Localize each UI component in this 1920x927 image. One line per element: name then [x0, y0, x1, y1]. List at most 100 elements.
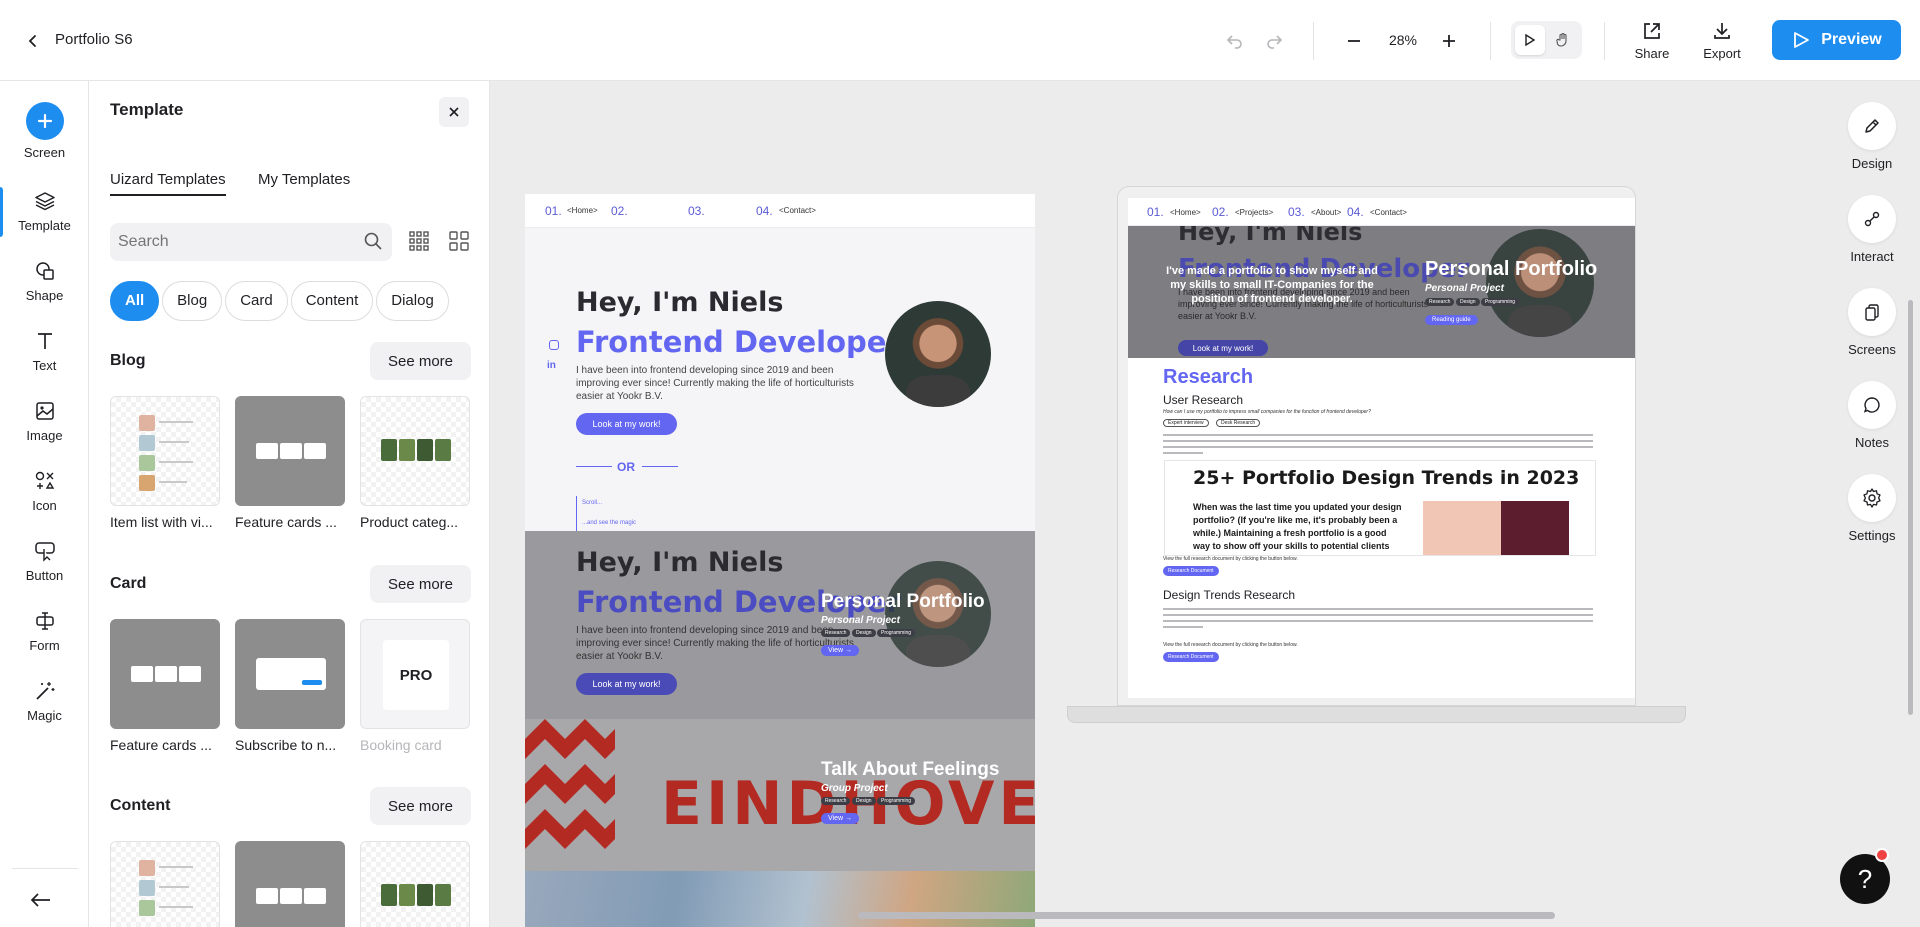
screen-frame[interactable]: 01. <Home> 02. 03. 04. <Contact> Hey, I'… — [525, 194, 1035, 927]
divider — [1490, 22, 1491, 60]
layers-icon — [31, 187, 59, 215]
cta-button[interactable]: Look at my work! — [576, 673, 677, 695]
article-image — [1501, 501, 1569, 555]
thumb-line — [159, 906, 193, 908]
interact-button[interactable]: Interact — [1832, 195, 1912, 264]
chip-card[interactable]: Card — [225, 281, 288, 321]
chip-all[interactable]: All — [110, 281, 160, 321]
zoom-out-icon[interactable] — [1341, 28, 1367, 54]
screens-icon — [1848, 288, 1896, 336]
back-icon[interactable] — [20, 28, 46, 54]
article-image — [1423, 501, 1501, 555]
export-label: Export — [1703, 46, 1741, 61]
settings-button[interactable]: Settings — [1832, 474, 1912, 543]
view-doc-text: View the full research document by click… — [1163, 556, 1298, 562]
nav-link: <Projects> — [1235, 208, 1274, 217]
select-mode-button[interactable] — [1515, 25, 1545, 55]
section-title-card: Card — [110, 575, 147, 592]
section-title-blog: Blog — [110, 352, 146, 369]
zoom-level[interactable]: 28% — [1385, 32, 1421, 48]
grid-large-icon[interactable] — [449, 231, 469, 251]
template-tile[interactable] — [110, 396, 220, 506]
nav-link: <About> — [1311, 208, 1342, 217]
template-tile[interactable] — [360, 396, 470, 506]
tag: Design — [852, 797, 876, 805]
preview-button[interactable]: Preview — [1772, 20, 1901, 60]
search-icon[interactable] — [363, 231, 383, 251]
project-title[interactable]: Portfolio S6 — [55, 31, 133, 48]
rail-button[interactable]: Button — [0, 537, 89, 583]
research-document-button[interactable]: Research Document — [1163, 652, 1219, 662]
notes-button[interactable]: Notes — [1832, 381, 1912, 450]
screens-button[interactable]: Screens — [1832, 288, 1912, 357]
top-bar: Portfolio S6 28% Share Export Preview — [0, 0, 1920, 81]
design-button[interactable]: Design — [1832, 102, 1912, 171]
rail-text[interactable]: Text — [0, 327, 89, 373]
hero-banner: Hey, I'm Niels Frontend Developer I have… — [1128, 226, 1635, 358]
grid-small-icon[interactable] — [409, 231, 429, 251]
research-question: How can I use my portfolio to impress sm… — [1163, 409, 1371, 415]
thumb — [302, 680, 322, 685]
see-more-button[interactable]: See more — [370, 342, 471, 380]
cta-button[interactable]: Look at my work! — [1178, 340, 1268, 356]
see-more-button[interactable]: See more — [370, 565, 471, 603]
template-tile[interactable] — [235, 396, 345, 506]
template-tile[interactable] — [235, 841, 345, 927]
image-icon — [31, 397, 59, 425]
tag: Programming — [1481, 298, 1520, 306]
tile-caption: Feature cards ... — [235, 514, 337, 530]
search-input[interactable] — [110, 223, 392, 261]
thumb — [139, 435, 155, 451]
zoom-in-icon[interactable] — [1436, 28, 1462, 54]
see-more-button[interactable]: See more — [370, 787, 471, 825]
vertical-scrollbar[interactable] — [1908, 300, 1913, 715]
view-button[interactable]: View → — [821, 645, 859, 656]
text-line — [1163, 608, 1593, 610]
share-button[interactable]: Share — [1622, 20, 1682, 61]
rail-magic[interactable]: Magic — [0, 677, 89, 723]
template-tile[interactable]: PRO — [360, 619, 470, 729]
rail-form[interactable]: Form — [0, 607, 89, 653]
thumb — [417, 884, 433, 906]
nav-number: 04. — [756, 204, 773, 218]
article-card[interactable]: 25+ Portfolio Design Trends in 2023 When… — [1164, 460, 1596, 556]
template-tile[interactable] — [235, 619, 345, 729]
tab-uizard-templates[interactable]: Uizard Templates — [110, 171, 226, 196]
pan-mode-button[interactable] — [1548, 25, 1578, 55]
right-rail-label: Notes — [1855, 435, 1889, 450]
collapse-icon[interactable] — [30, 892, 52, 908]
rail-image[interactable]: Image — [0, 397, 89, 443]
reading-guide-button[interactable]: Reading guide — [1425, 315, 1478, 325]
magic-wand-icon — [31, 677, 59, 705]
template-tile[interactable] — [360, 841, 470, 927]
project-card[interactable]: Hey, I'm Niels Frontend Developer I have… — [525, 531, 1035, 719]
undo-icon[interactable] — [1222, 28, 1248, 54]
chip-content[interactable]: Content — [290, 281, 374, 321]
screen-frame[interactable]: 01. <Home> 02. <Projects> 03. <About> 04… — [1128, 198, 1635, 698]
rail-template[interactable]: Template — [0, 187, 89, 237]
redo-icon[interactable] — [1261, 28, 1287, 54]
github-icon[interactable] — [549, 340, 559, 350]
research-document-button[interactable]: Research Document — [1163, 566, 1219, 576]
rail-shape[interactable]: Shape — [0, 257, 89, 303]
pen-icon — [1848, 102, 1896, 150]
template-tile[interactable] — [110, 619, 220, 729]
rail-icon[interactable]: Icon — [0, 467, 89, 513]
horizontal-scrollbar[interactable] — [858, 912, 1555, 919]
cta-button[interactable]: Look at my work! — [576, 413, 677, 435]
view-button[interactable]: View → — [821, 813, 859, 824]
export-button[interactable]: Export — [1692, 20, 1752, 61]
thumb — [179, 666, 201, 682]
chip-dialog[interactable]: Dialog — [376, 281, 449, 321]
close-icon[interactable] — [439, 97, 469, 127]
rail-screen[interactable]: Screen — [0, 102, 89, 160]
download-icon — [1714, 23, 1730, 39]
project-card[interactable]: EINDHOVEN Talk About Feelings Group Proj… — [525, 719, 1035, 871]
design-canvas[interactable]: 01. <Home> 02. 03. 04. <Contact> Hey, I'… — [490, 81, 1920, 927]
tab-my-templates[interactable]: My Templates — [258, 171, 350, 194]
chip-blog[interactable]: Blog — [162, 281, 223, 321]
template-tile[interactable] — [110, 841, 220, 927]
article-body: When was the last time you updated your … — [1193, 502, 1402, 555]
linkedin-icon[interactable]: in — [547, 360, 556, 371]
thumb — [435, 884, 451, 906]
